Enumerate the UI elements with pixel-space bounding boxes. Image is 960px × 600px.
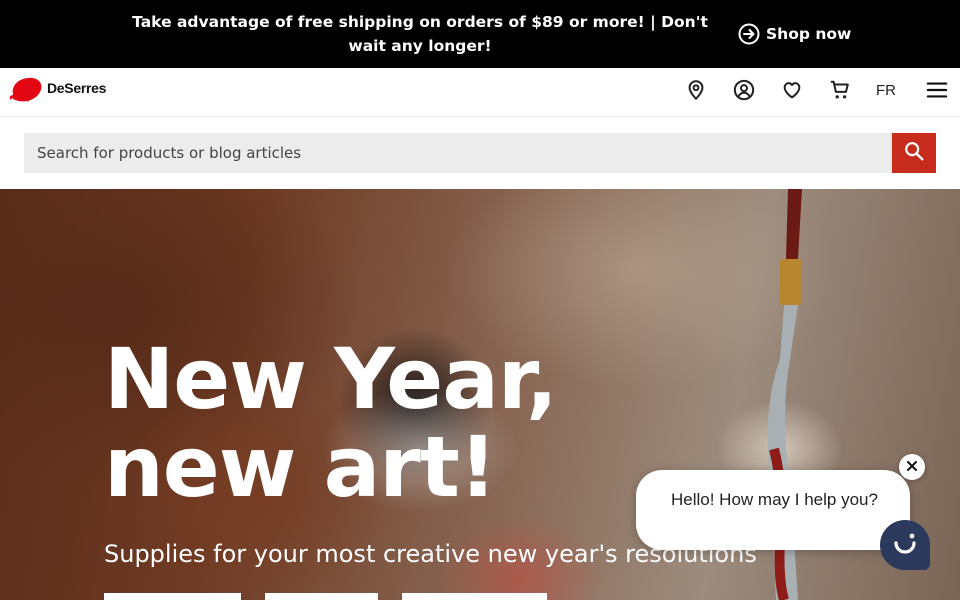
account-button[interactable] [732,79,756,106]
hero-button-1[interactable] [104,593,241,600]
shop-now-link[interactable]: Shop now [738,22,851,46]
menu-icon [926,79,948,106]
cart-icon [829,79,851,106]
promo-bar: Take advantage of free shipping on order… [0,0,960,68]
hero-title-line1: New Year, [104,330,558,428]
search-bar [0,117,960,189]
hero-title-line2: new art! [104,418,497,516]
site-header: DeSerres FR [0,68,960,117]
hero-button-3[interactable] [402,593,547,600]
logo-mark-icon [8,74,44,109]
deserres-logo[interactable]: DeSerres [8,74,107,109]
hero-title: New Year, new art! [104,330,558,516]
chat-close-button[interactable] [899,454,925,480]
search-button[interactable] [892,133,936,173]
cart-button[interactable] [828,80,852,104]
shop-now-label: Shop now [766,25,852,43]
wishlist-button[interactable] [780,80,804,104]
chat-launcher-button[interactable] [880,520,930,570]
store-locator-button[interactable] [684,79,708,106]
language-toggle[interactable]: FR [876,82,896,99]
hero-button-2[interactable] [265,593,378,600]
heart-icon [781,79,803,106]
chat-smile-icon [890,528,920,563]
account-icon [733,79,755,106]
chat-greeting-bubble[interactable]: Hello! How may I help you? [636,470,910,550]
search-input[interactable] [24,133,892,173]
promo-message: Take advantage of free shipping on order… [132,13,708,55]
arrow-circle-right-icon [738,23,760,45]
close-icon [907,458,917,476]
logo-text: DeSerres [47,79,107,96]
search-icon [903,140,925,167]
menu-button[interactable] [925,80,949,104]
location-pin-icon [685,79,707,106]
